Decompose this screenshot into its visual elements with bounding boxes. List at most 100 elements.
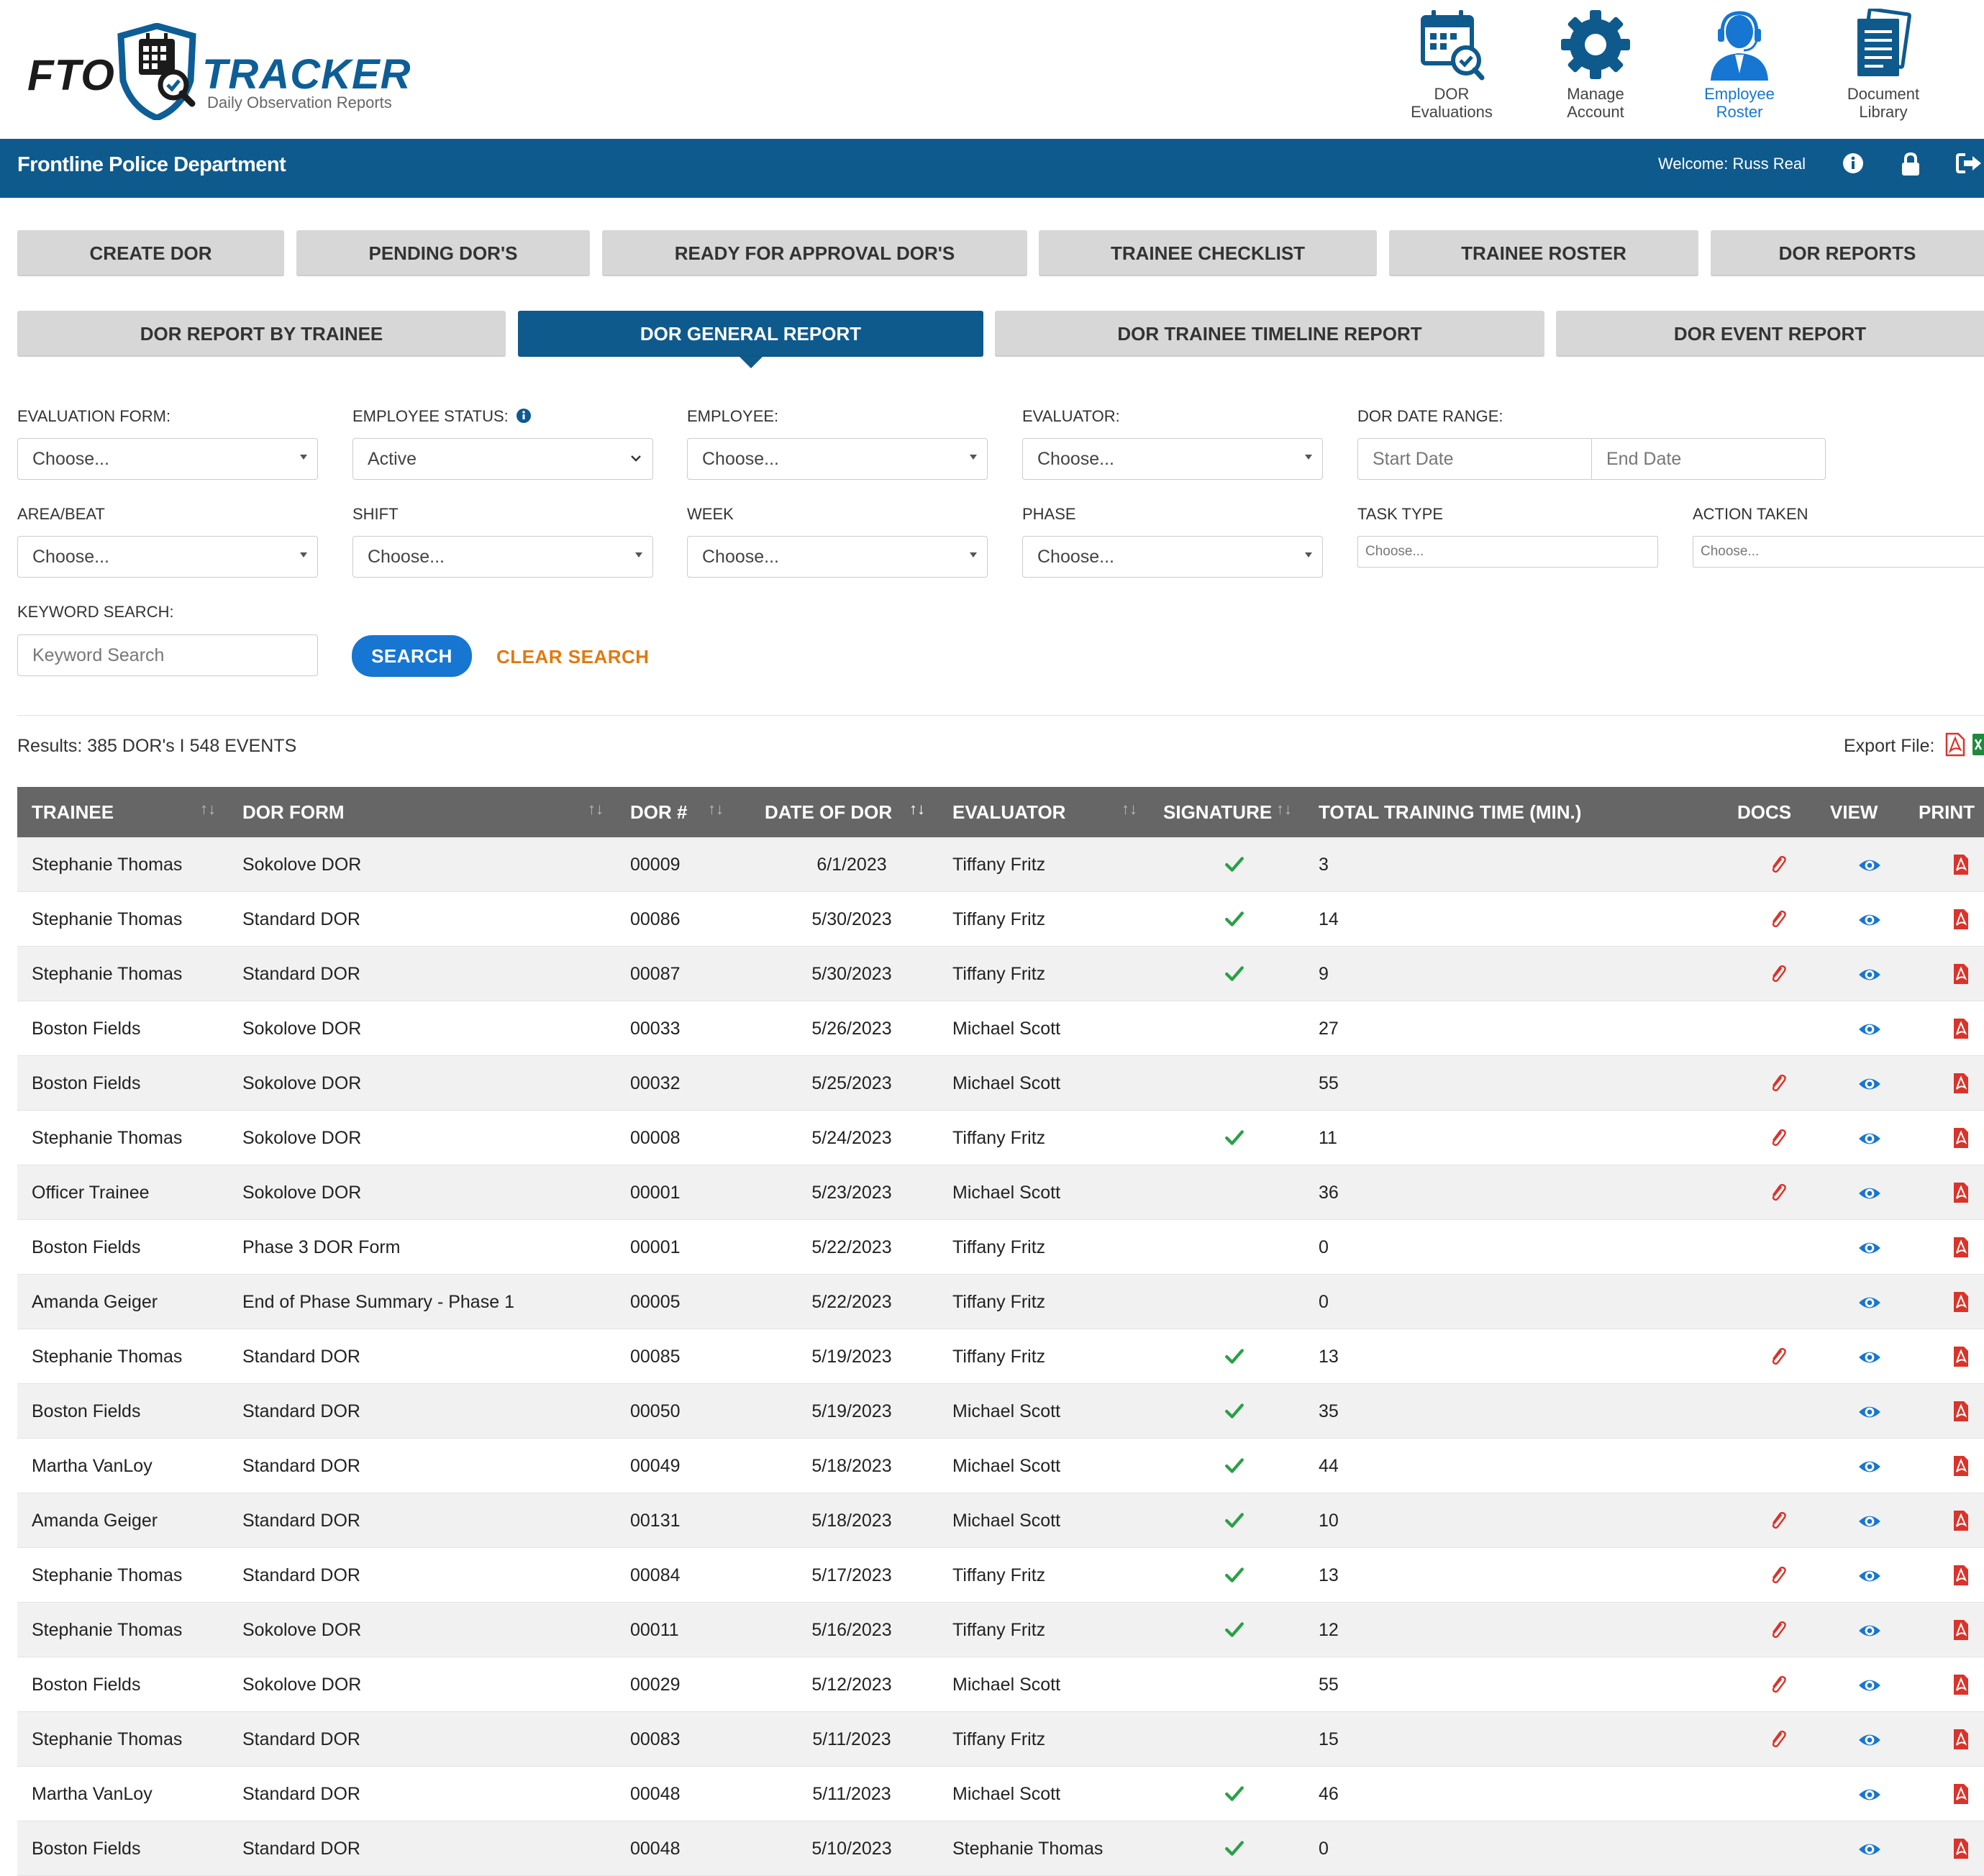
table-row[interactable]: Stephanie Thomas Standard DOR 00084 5/17/20… bbox=[17, 1548, 1984, 1603]
print-pdf-icon[interactable] bbox=[1952, 1509, 1970, 1532]
clear-search-button[interactable]: CLEAR SEARCH bbox=[496, 646, 650, 668]
table-row[interactable]: Boston Fields Standard DOR 00048 5/10/2023 S… bbox=[17, 1821, 1984, 1876]
view-eye-icon[interactable] bbox=[1857, 1347, 1882, 1368]
table-row[interactable]: Boston Fields Sokolove DOR 00033 5/26/2023 M… bbox=[17, 1001, 1984, 1056]
view-eye-icon[interactable] bbox=[1857, 909, 1882, 931]
view-eye-icon[interactable] bbox=[1857, 964, 1882, 985]
print-pdf-icon[interactable] bbox=[1952, 1126, 1970, 1149]
print-pdf-icon[interactable] bbox=[1952, 1400, 1970, 1423]
view-eye-icon[interactable] bbox=[1857, 1675, 1882, 1696]
paperclip-icon[interactable] bbox=[1768, 1072, 1788, 1093]
table-row[interactable]: Amanda Geiger Standard DOR 00131 5/18/2023 M… bbox=[17, 1493, 1984, 1548]
sort-icon[interactable]: ↑↓ bbox=[588, 800, 604, 819]
nav-document-library[interactable]: Document Library bbox=[1811, 9, 1955, 121]
end-date-input[interactable]: End Date bbox=[1591, 438, 1826, 480]
tab-pending-dors[interactable]: PENDING DOR'S bbox=[296, 230, 590, 276]
tab-ready-for-approval[interactable]: READY FOR APPROVAL DOR'S bbox=[602, 230, 1027, 276]
print-pdf-icon[interactable] bbox=[1952, 1236, 1970, 1259]
paperclip-icon[interactable] bbox=[1768, 1126, 1788, 1148]
table-row[interactable]: Stephanie Thomas Standard DOR 00086 5/30/20… bbox=[17, 892, 1984, 947]
view-eye-icon[interactable] bbox=[1857, 1456, 1882, 1477]
print-pdf-icon[interactable] bbox=[1952, 1564, 1970, 1587]
nav-dor-evaluations[interactable]: DOR Evaluations bbox=[1380, 9, 1524, 121]
print-pdf-icon[interactable] bbox=[1952, 1673, 1970, 1696]
tab-trainee-roster[interactable]: TRAINEE ROSTER bbox=[1389, 230, 1698, 276]
view-eye-icon[interactable] bbox=[1857, 1729, 1882, 1751]
paperclip-icon[interactable] bbox=[1768, 908, 1788, 929]
employee-select[interactable]: Choose... bbox=[687, 438, 988, 480]
view-eye-icon[interactable] bbox=[1857, 1292, 1882, 1313]
tab-dor-reports[interactable]: DOR REPORTS bbox=[1711, 230, 1984, 276]
tab-create-dor[interactable]: CREATE DOR bbox=[17, 230, 284, 276]
print-pdf-icon[interactable] bbox=[1952, 1345, 1970, 1368]
area-beat-select[interactable]: Choose... bbox=[17, 536, 318, 578]
lock-icon[interactable] bbox=[1899, 152, 1922, 176]
paperclip-icon[interactable] bbox=[1768, 1618, 1788, 1640]
paperclip-icon[interactable] bbox=[1768, 1673, 1788, 1695]
view-eye-icon[interactable] bbox=[1857, 1237, 1882, 1259]
tab-dor-event-report[interactable]: DOR EVENT REPORT bbox=[1556, 311, 1984, 357]
sort-icon[interactable]: ↑↓ bbox=[200, 800, 216, 819]
table-row[interactable]: Stephanie Thomas Standard DOR 00085 5/19/20… bbox=[17, 1329, 1984, 1384]
paperclip-icon[interactable] bbox=[1768, 1509, 1788, 1531]
paperclip-icon[interactable] bbox=[1768, 853, 1788, 875]
print-pdf-icon[interactable] bbox=[1952, 1454, 1970, 1477]
evaluator-select[interactable]: Choose... bbox=[1022, 438, 1323, 480]
print-pdf-icon[interactable] bbox=[1952, 962, 1970, 985]
sort-icon[interactable]: ↑↓ bbox=[1121, 800, 1137, 819]
col-trainee[interactable]: TRAINEE bbox=[32, 787, 114, 837]
col-dor-number[interactable]: DOR # bbox=[630, 787, 687, 837]
view-eye-icon[interactable] bbox=[1857, 1183, 1882, 1204]
evaluation-form-select[interactable]: Choose... bbox=[17, 438, 318, 480]
print-pdf-icon[interactable] bbox=[1952, 1728, 1970, 1751]
view-eye-icon[interactable] bbox=[1857, 1620, 1882, 1642]
table-row[interactable]: Stephanie Thomas Sokolove DOR 00009 6/1/202… bbox=[17, 837, 1984, 892]
info-icon[interactable] bbox=[1842, 152, 1865, 175]
employee-status-select[interactable]: Active bbox=[352, 438, 653, 480]
table-row[interactable]: Amanda Geiger End of Phase Summary - Phas… bbox=[17, 1275, 1984, 1329]
sort-active-icon[interactable]: ↑↓ bbox=[909, 800, 925, 819]
logout-icon[interactable] bbox=[1955, 152, 1983, 175]
view-eye-icon[interactable] bbox=[1857, 1128, 1882, 1149]
tab-dor-trainee-timeline-report[interactable]: DOR TRAINEE TIMELINE REPORT bbox=[995, 311, 1544, 357]
print-pdf-icon[interactable] bbox=[1952, 853, 1970, 876]
view-eye-icon[interactable] bbox=[1857, 1839, 1882, 1860]
tab-dor-report-by-trainee[interactable]: DOR REPORT BY TRAINEE bbox=[17, 311, 506, 357]
print-pdf-icon[interactable] bbox=[1952, 1782, 1970, 1806]
print-pdf-icon[interactable] bbox=[1952, 1072, 1970, 1095]
tab-trainee-checklist[interactable]: TRAINEE CHECKLIST bbox=[1039, 230, 1377, 276]
task-type-select[interactable]: Choose... bbox=[1357, 536, 1658, 568]
keyword-search-input[interactable]: Keyword Search bbox=[17, 634, 318, 676]
col-evaluator[interactable]: EVALUATOR bbox=[952, 787, 1065, 837]
table-row[interactable]: Boston Fields Phase 3 DOR Form 00001 5/22/2… bbox=[17, 1220, 1984, 1275]
pdf-icon[interactable] bbox=[1945, 732, 1965, 757]
print-pdf-icon[interactable] bbox=[1952, 1017, 1970, 1040]
week-select[interactable]: Choose... bbox=[687, 536, 988, 578]
paperclip-icon[interactable] bbox=[1768, 1728, 1788, 1749]
nav-manage-account[interactable]: Manage Account bbox=[1524, 9, 1667, 121]
nav-employee-roster[interactable]: Employee Roster bbox=[1667, 9, 1811, 121]
print-pdf-icon[interactable] bbox=[1952, 1290, 1970, 1313]
shift-select[interactable]: Choose... bbox=[352, 536, 653, 578]
phase-select[interactable]: Choose... bbox=[1022, 536, 1323, 578]
view-eye-icon[interactable] bbox=[1857, 1401, 1882, 1423]
fto-tracker-logo[interactable]: FTO TRACKER Daily Observation Reports bbox=[27, 23, 411, 120]
col-dor-form[interactable]: DOR FORM bbox=[242, 787, 345, 837]
sort-icon[interactable]: ↑↓ bbox=[708, 800, 724, 819]
table-row[interactable]: Stephanie Thomas Standard DOR 00087 5/30/20… bbox=[17, 947, 1984, 1001]
table-row[interactable]: Boston Fields Standard DOR 00050 5/19/2023 M… bbox=[17, 1384, 1984, 1439]
view-eye-icon[interactable] bbox=[1857, 1019, 1882, 1040]
info-icon[interactable] bbox=[516, 408, 532, 424]
excel-icon[interactable] bbox=[1972, 732, 1984, 757]
table-row[interactable]: Stephanie Thomas Sokolove DOR 00011 5/16/20… bbox=[17, 1603, 1984, 1657]
view-eye-icon[interactable] bbox=[1857, 1511, 1882, 1532]
paperclip-icon[interactable] bbox=[1768, 1345, 1788, 1367]
paperclip-icon[interactable] bbox=[1768, 1564, 1788, 1585]
paperclip-icon[interactable] bbox=[1768, 1181, 1788, 1203]
start-date-input[interactable]: Start Date bbox=[1357, 438, 1592, 480]
table-row[interactable]: Martha VanLoy Standard DOR 00048 5/11/2023 M… bbox=[17, 1767, 1984, 1821]
col-signature[interactable]: SIGNATURE bbox=[1163, 787, 1272, 837]
col-date-of-dor[interactable]: DATE OF DOR bbox=[765, 787, 892, 837]
action-taken-select[interactable]: Choose... bbox=[1693, 536, 1984, 568]
print-pdf-icon[interactable] bbox=[1952, 1181, 1970, 1204]
